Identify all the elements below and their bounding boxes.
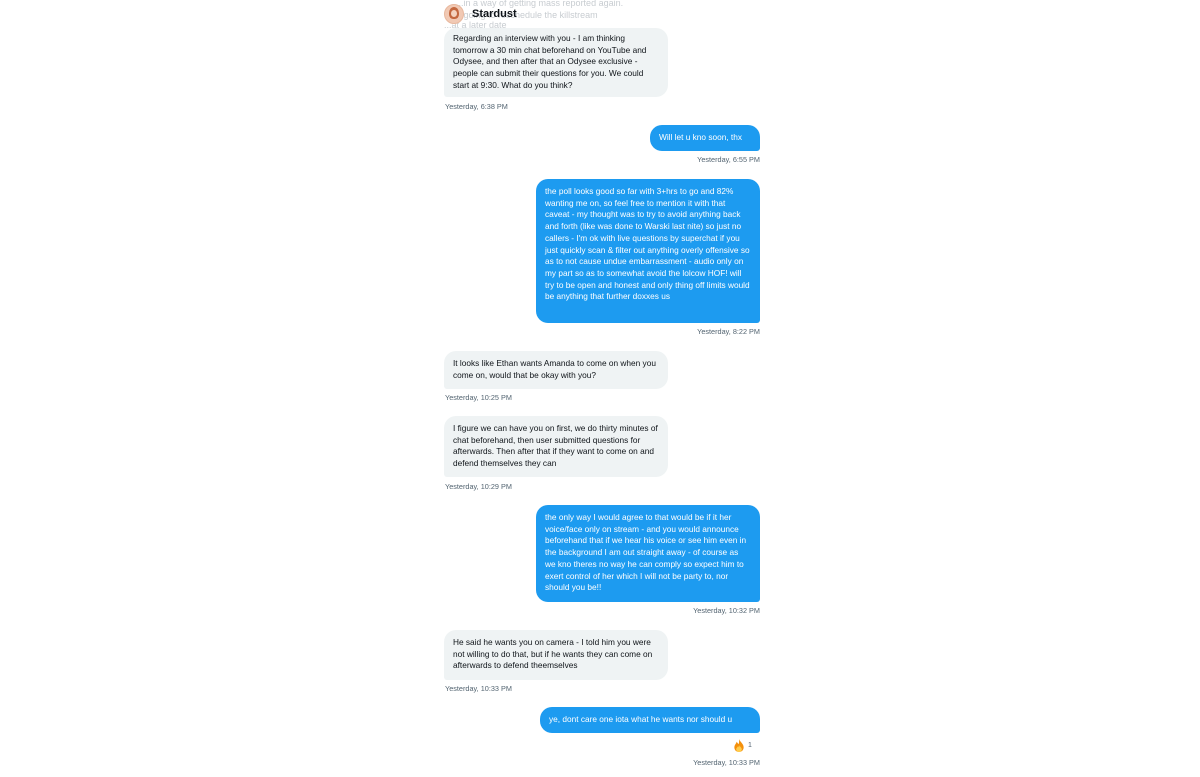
fire-icon [734, 739, 744, 752]
message-timestamp: Yesterday, 10:29 PM [445, 482, 512, 491]
contact-name[interactable]: Stardust [472, 8, 517, 20]
outgoing-message-bubble[interactable]: the poll looks good so far with 3+hrs to… [536, 179, 760, 323]
incoming-message-bubble[interactable]: It looks like Ethan wants Amanda to come… [444, 351, 668, 389]
avatar[interactable] [444, 4, 464, 24]
outgoing-message-bubble[interactable]: the only way I would agree to that would… [536, 505, 760, 602]
message-timestamp: Yesterday, 6:38 PM [445, 102, 508, 111]
message-timestamp: Yesterday, 10:33 PM [693, 758, 760, 767]
message-timestamp: Yesterday, 6:55 PM [697, 155, 760, 164]
incoming-message-bubble[interactable]: Regarding an interview with you - I am t… [444, 28, 668, 97]
outgoing-message-bubble[interactable]: Will let u kno soon, thx [650, 125, 760, 151]
reaction-count: 1 [748, 742, 752, 749]
message-reaction[interactable]: 1 [733, 739, 752, 752]
conversation-header[interactable]: Stardust [444, 4, 517, 24]
incoming-message-bubble[interactable]: He said he wants you on camera - I told … [444, 630, 668, 680]
outgoing-message-bubble[interactable]: ye, dont care one iota what he wants nor… [540, 707, 760, 733]
message-timestamp: Yesterday, 10:25 PM [445, 393, 512, 402]
message-timestamp: Yesterday, 10:33 PM [445, 684, 512, 693]
message-timestamp: Yesterday, 10:32 PM [693, 606, 760, 615]
incoming-message-bubble[interactable]: I figure we can have you on first, we do… [444, 416, 668, 477]
message-timestamp: Yesterday, 8:22 PM [697, 327, 760, 336]
